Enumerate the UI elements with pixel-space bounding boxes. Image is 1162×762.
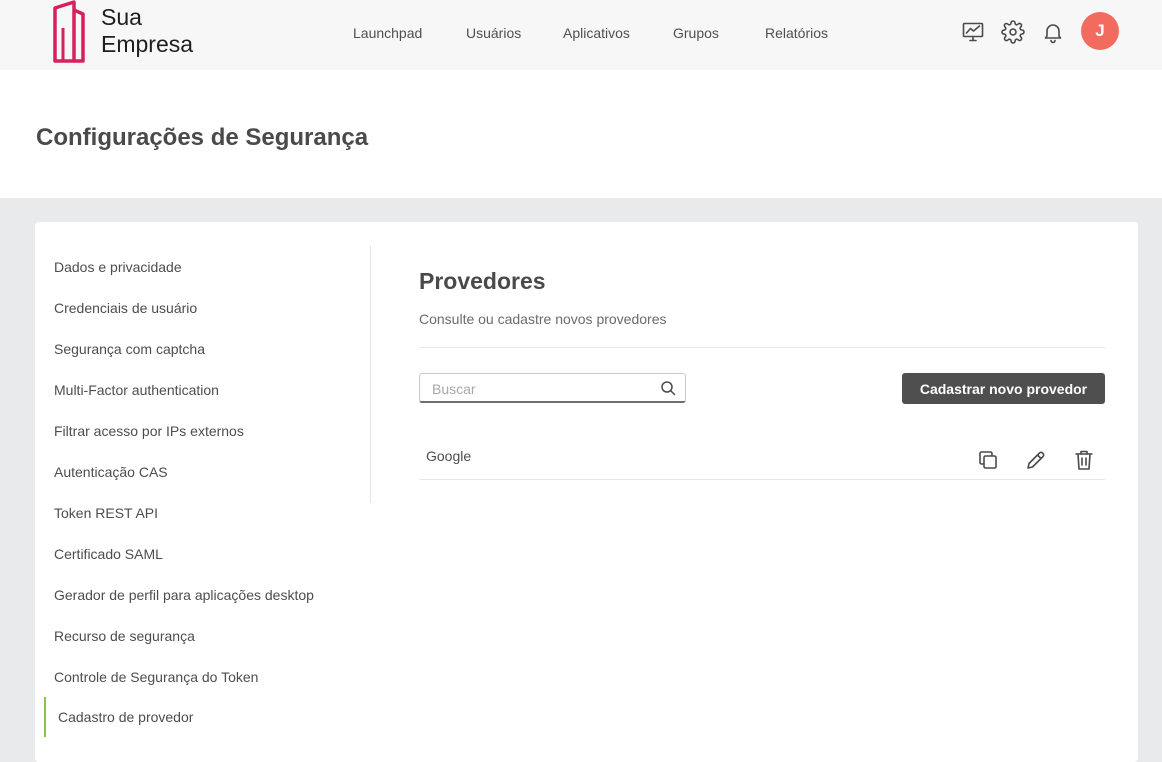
user-avatar[interactable]: J xyxy=(1081,12,1119,50)
section-title: Provedores xyxy=(419,268,546,294)
nav-item-grupos[interactable]: Grupos xyxy=(673,24,719,42)
search-input[interactable] xyxy=(432,379,652,399)
sidebar-item-mfa[interactable]: Multi-Factor authentication xyxy=(54,381,219,399)
copy-icon[interactable] xyxy=(976,448,1000,472)
sidebar-item-credenciais-usuario[interactable]: Credenciais de usuário xyxy=(54,299,197,317)
sidebar-item-certificado-saml[interactable]: Certificado SAML xyxy=(54,545,163,563)
sidebar-item-gerador-perfil[interactable]: Gerador de perfil para aplicações deskto… xyxy=(54,586,314,604)
main-nav: Launchpad Usuários Aplicativos Grupos Re… xyxy=(0,0,1162,66)
search-box xyxy=(419,373,686,403)
sidebar-item-controle-token[interactable]: Controle de Segurança do Token xyxy=(54,668,258,686)
new-provider-button[interactable]: Cadastrar novo provedor xyxy=(902,373,1105,404)
monitor-chart-icon[interactable] xyxy=(961,20,985,44)
page-header: Configurações de Segurança xyxy=(0,70,1162,198)
gear-icon[interactable] xyxy=(1001,20,1025,44)
nav-item-relatorios[interactable]: Relatórios xyxy=(765,24,828,42)
search-icon[interactable] xyxy=(660,380,676,396)
nav-item-launchpad[interactable]: Launchpad xyxy=(353,24,422,42)
sidebar-item-recurso-seguranca[interactable]: Recurso de segurança xyxy=(54,627,195,645)
providers-section: Provedores Consulte ou cadastre novos pr… xyxy=(419,222,1105,522)
sidebar-item-seguranca-captcha[interactable]: Segurança com captcha xyxy=(54,340,205,358)
sidebar-item-token-rest-api[interactable]: Token REST API xyxy=(54,504,158,522)
settings-card: Dados e privacidade Credenciais de usuár… xyxy=(35,222,1138,762)
table-row: Google xyxy=(419,438,1105,480)
trash-icon[interactable] xyxy=(1072,448,1096,472)
sidebar-item-filtrar-ips[interactable]: Filtrar acesso por IPs externos xyxy=(54,422,244,440)
provider-name: Google xyxy=(426,448,472,464)
top-navigation-bar: Sua Empresa Launchpad Usuários Aplicativ… xyxy=(0,0,1162,70)
nav-item-usuarios[interactable]: Usuários xyxy=(466,24,521,42)
section-subtitle: Consulte ou cadastre novos provedores xyxy=(419,311,667,327)
edit-pencil-icon[interactable] xyxy=(1024,448,1048,472)
sidebar-divider xyxy=(370,246,371,503)
sidebar-item-cadastro-provedor[interactable]: Cadastro de provedor xyxy=(44,697,193,737)
page-title: Configurações de Segurança xyxy=(36,124,369,151)
sidebar-item-autenticacao-cas[interactable]: Autenticação CAS xyxy=(54,463,168,481)
section-divider xyxy=(419,347,1105,348)
bell-icon[interactable] xyxy=(1041,20,1065,44)
sidebar-item-dados-privacidade[interactable]: Dados e privacidade xyxy=(54,258,182,276)
nav-item-aplicativos[interactable]: Aplicativos xyxy=(563,24,630,42)
